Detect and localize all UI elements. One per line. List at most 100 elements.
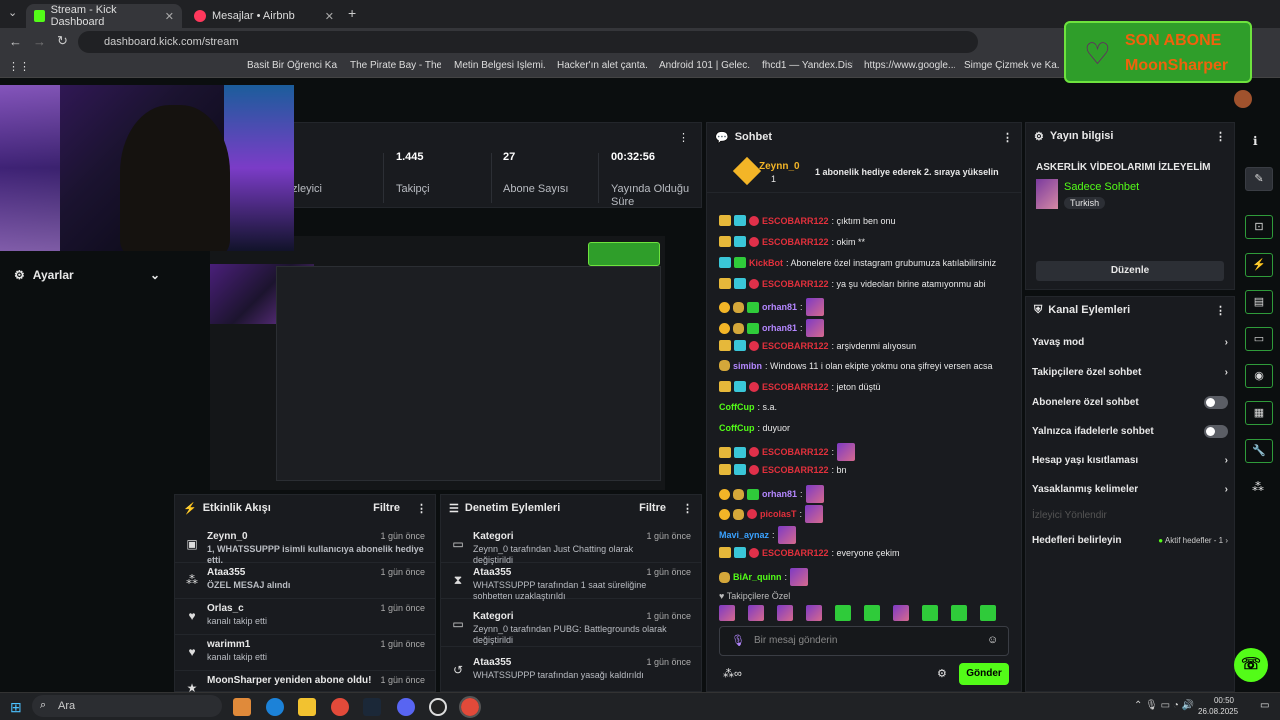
- slow-mode-row[interactable]: Yavaş mod ›: [1032, 337, 1228, 348]
- chat-username[interactable]: KickBot: [749, 258, 783, 268]
- more-icon[interactable]: ⋮: [1002, 131, 1013, 144]
- edit-icon[interactable]: ✎: [1245, 167, 1273, 191]
- chrome-icon[interactable]: [331, 698, 349, 716]
- chat-username[interactable]: ESCOBARR122: [762, 279, 829, 289]
- send-button[interactable]: Gönder: [959, 663, 1009, 685]
- emote[interactable]: [893, 605, 909, 621]
- chat-input[interactable]: Bir mesaj gönderin: [719, 626, 1009, 656]
- followers-only-row[interactable]: Takipçilere özel sohbet ›: [1032, 367, 1228, 378]
- gear-icon[interactable]: ⚙: [937, 667, 947, 680]
- edit-button[interactable]: Düzenle: [1036, 261, 1224, 281]
- chat-icon[interactable]: ▭: [1245, 327, 1273, 351]
- chat-username[interactable]: CoffCup: [719, 402, 755, 412]
- emoji-icon[interactable]: ☺: [987, 634, 998, 646]
- close-tab-icon[interactable]: ✕: [325, 10, 334, 23]
- chat-username[interactable]: orhan81: [762, 323, 797, 333]
- chat-username[interactable]: CoffCup: [719, 423, 755, 433]
- discord-icon[interactable]: [397, 698, 415, 716]
- microphone-icon[interactable]: 🎙: [731, 634, 745, 647]
- app-icon[interactable]: [233, 698, 251, 716]
- stream-preview[interactable]: [210, 236, 665, 490]
- targets-row[interactable]: Hedefleri belirleyin ● Aktif hedefler - 1…: [1032, 535, 1228, 546]
- emote[interactable]: [951, 605, 967, 621]
- chat-username[interactable]: BiAr_quinn: [733, 572, 782, 582]
- panel-title: Denetim Eylemleri: [464, 502, 561, 514]
- info-icon[interactable]: ℹ: [1253, 134, 1258, 148]
- bolt-icon[interactable]: ⚡: [1245, 253, 1273, 277]
- chat-username[interactable]: ESCOBARR122: [762, 216, 829, 226]
- kicks-icon[interactable]: ⁂: [1252, 480, 1264, 494]
- wrench-icon[interactable]: 🔧: [1245, 439, 1273, 463]
- broadcast-icon[interactable]: ◉: [1245, 364, 1273, 388]
- emote[interactable]: [864, 605, 880, 621]
- bookmark-item[interactable]: Metin Belgesi İşlemi...: [450, 60, 545, 71]
- folder-icon[interactable]: [298, 698, 316, 716]
- emotes-only-toggle[interactable]: [1204, 425, 1228, 438]
- bookmark-item[interactable]: Basit Bir Öğrenci Ka...: [243, 60, 338, 71]
- bookmark-item[interactable]: Simge Çizmek ve Ka...: [960, 60, 1060, 71]
- filter-button[interactable]: Filtre: [373, 502, 400, 514]
- emote[interactable]: [806, 605, 822, 621]
- emote[interactable]: [748, 605, 764, 621]
- stack-icon[interactable]: ▦: [1245, 401, 1273, 425]
- chat-username[interactable]: Mavi_aynaz: [719, 530, 769, 540]
- more-icon[interactable]: ⋮: [682, 502, 693, 515]
- forward-icon[interactable]: →: [33, 34, 46, 49]
- chevron-right-icon: ›: [1224, 484, 1228, 495]
- more-icon[interactable]: ⋮: [416, 502, 427, 515]
- chat-username[interactable]: ESCOBARR122: [762, 447, 829, 457]
- emote[interactable]: [922, 605, 938, 621]
- chat-username[interactable]: orhan81: [762, 489, 797, 499]
- emote[interactable]: [777, 605, 793, 621]
- steam-icon[interactable]: [363, 698, 381, 716]
- taskbar-search[interactable]: Ara: [32, 695, 222, 717]
- more-icon[interactable]: ⋮: [1215, 304, 1226, 317]
- chat-username[interactable]: ESCOBARR122: [762, 341, 829, 351]
- chat-username[interactable]: picolasT: [760, 509, 797, 519]
- bookmark-item[interactable]: The Pirate Bay - The...: [346, 60, 441, 71]
- close-tab-icon[interactable]: ✕: [165, 10, 174, 23]
- clipboard-icon[interactable]: ▤: [1245, 290, 1273, 314]
- bookmark-item[interactable]: https://www.google...: [860, 60, 955, 71]
- new-tab-icon[interactable]: +: [348, 5, 356, 21]
- chrome-active-icon[interactable]: [459, 696, 481, 718]
- chat-username[interactable]: ESCOBARR122: [762, 548, 829, 558]
- url-input[interactable]: dashboard.kick.com/stream: [78, 31, 978, 53]
- edge-icon[interactable]: [266, 698, 284, 716]
- support-chat-button[interactable]: ☏: [1234, 648, 1268, 682]
- capture-icon[interactable]: ⊡: [1245, 215, 1273, 239]
- tab-kick-dashboard[interactable]: Stream - Kick Dashboard ✕: [26, 4, 182, 28]
- more-icon[interactable]: ⋮: [1215, 130, 1226, 143]
- filter-button[interactable]: Filtre: [639, 502, 666, 514]
- tray-icons[interactable]: ⌃ 🎙 ▭ ◔ 🔊: [1134, 700, 1194, 711]
- chat-username[interactable]: ESCOBARR122: [762, 237, 829, 247]
- chat-username[interactable]: orhan81: [762, 302, 797, 312]
- back-icon[interactable]: ←: [9, 34, 22, 49]
- apps-icon[interactable]: ⋮⋮: [8, 60, 30, 73]
- reload-icon[interactable]: ↻: [57, 33, 68, 49]
- chat-username[interactable]: ESCOBARR122: [762, 382, 829, 392]
- windows-start-icon[interactable]: ⊞: [10, 699, 22, 716]
- emote[interactable]: [835, 605, 851, 621]
- obs-icon[interactable]: [429, 698, 447, 716]
- sidebar-item-settings[interactable]: ⚙ Ayarlar ⌄: [14, 268, 160, 282]
- more-icon[interactable]: ⋮: [678, 131, 689, 144]
- tab-airbnb[interactable]: Mesajlar • Airbnb ✕: [186, 4, 342, 28]
- emote[interactable]: [719, 605, 735, 621]
- account-age-row[interactable]: Hesap yaşı kısıtlaması ›: [1032, 455, 1228, 466]
- avatar[interactable]: [1234, 90, 1252, 108]
- bookmark-item[interactable]: Android 101 | Gelec...: [655, 60, 750, 71]
- subs-only-row[interactable]: Abonelere özel sohbet: [1032, 396, 1228, 409]
- kicks-icon[interactable]: ⁂∞: [723, 667, 742, 680]
- bookmark-item[interactable]: fhcd1 — Yandex.Disk: [758, 60, 853, 71]
- notifications-icon[interactable]: ▭: [1260, 700, 1269, 711]
- chat-username[interactable]: simibn: [733, 361, 762, 371]
- subs-only-toggle[interactable]: [1204, 396, 1228, 409]
- chat-username[interactable]: ESCOBARR122: [762, 465, 829, 475]
- emote[interactable]: [980, 605, 996, 621]
- emotes-only-row[interactable]: Yalnızca ifadelerle sohbet: [1032, 425, 1228, 438]
- banned-words-row[interactable]: Yasaklanmış kelimeler ›: [1032, 484, 1228, 495]
- bookmark-item[interactable]: Hacker'ın alet çanta...: [553, 60, 648, 71]
- tab-list-icon[interactable]: ⌄: [8, 6, 17, 19]
- clock-time: 00:50: [1213, 696, 1234, 705]
